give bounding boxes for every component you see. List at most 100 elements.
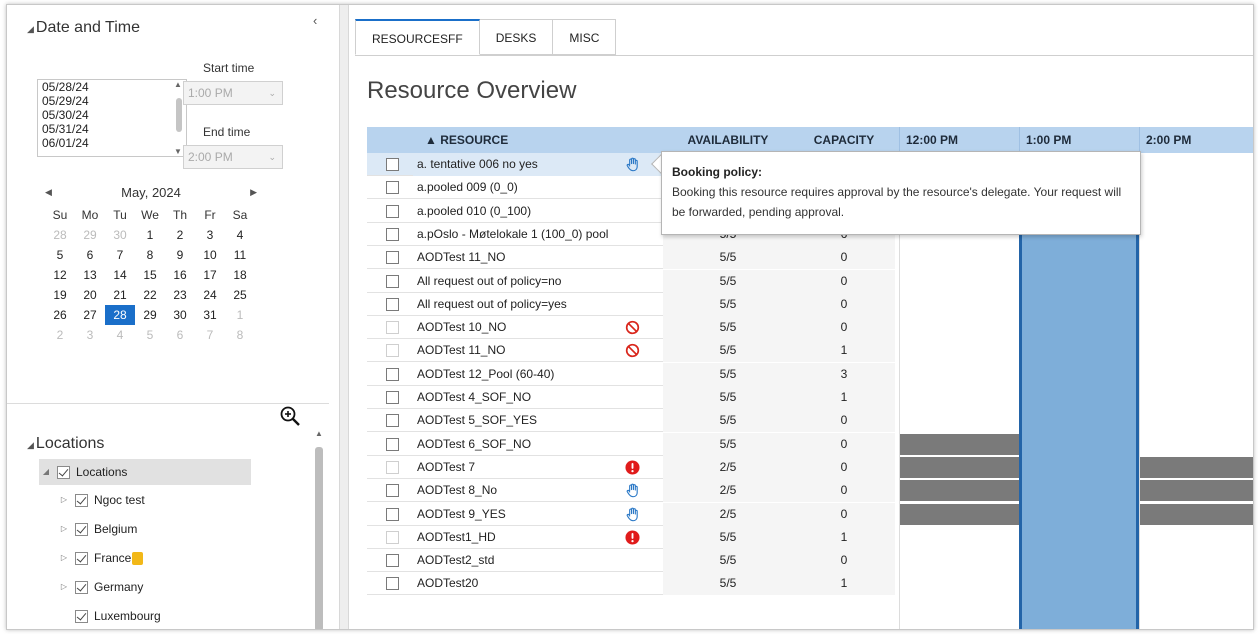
row-status-icon[interactable] (625, 157, 640, 172)
calendar-day[interactable]: 31 (195, 305, 225, 325)
row-status-icon[interactable] (625, 507, 640, 522)
row-status-icon[interactable] (625, 320, 640, 335)
calendar-day[interactable]: 7 (105, 245, 135, 265)
location-checkbox[interactable] (75, 522, 88, 536)
calendar-day[interactable]: 23 (165, 285, 195, 305)
row-checkbox[interactable] (386, 181, 399, 195)
date-list-item[interactable]: 05/31/24 (38, 122, 186, 136)
calendar-day[interactable]: 19 (45, 285, 75, 305)
calendar-day[interactable]: 15 (135, 265, 165, 285)
calendar-day[interactable]: 25 (225, 285, 255, 305)
column-header-availability[interactable]: AVAILABILITY (667, 127, 789, 153)
resource-name[interactable]: AODTest 12_Pool (60-40) (413, 363, 663, 386)
resource-name[interactable]: All request out of policy=no (413, 270, 663, 293)
tree-item-belgium[interactable]: ▷ Belgium (57, 516, 137, 542)
end-time-select[interactable]: 2:00 PM ⌄ (183, 145, 283, 169)
tree-item-ngoc-test[interactable]: ▷ Ngoc test (57, 487, 145, 513)
resource-name[interactable]: AODTest 6_SOF_NO (413, 433, 663, 456)
tree-item-germany[interactable]: ▷ Germany (57, 574, 143, 600)
row-checkbox[interactable] (386, 251, 399, 265)
scroll-down-arrow-icon[interactable]: ▼ (174, 147, 182, 156)
resource-name[interactable]: a.pooled 010 (0_100) (413, 200, 663, 223)
resource-name[interactable]: AODTest 5_SOF_YES (413, 409, 663, 432)
column-header-capacity[interactable]: CAPACITY (793, 127, 895, 153)
row-status-icon[interactable] (625, 530, 640, 545)
resource-name[interactable]: AODTest20 (413, 572, 663, 595)
expand-triangle-icon[interactable]: ▷ (57, 545, 71, 571)
busy-block[interactable] (899, 433, 1019, 455)
calendar-day[interactable]: 18 (225, 265, 255, 285)
calendar-day[interactable]: 3 (75, 325, 105, 345)
location-checkbox[interactable] (75, 551, 88, 565)
location-checkbox[interactable] (75, 580, 88, 594)
tab-misc[interactable]: MISC (553, 19, 617, 55)
calendar-day[interactable]: 27 (75, 305, 105, 325)
row-checkbox[interactable] (386, 507, 399, 521)
calendar-day[interactable]: 29 (75, 225, 105, 245)
start-time-select[interactable]: 1:00 PM ⌄ (183, 81, 283, 105)
calendar-day[interactable]: 6 (75, 245, 105, 265)
calendar-day[interactable]: 2 (165, 225, 195, 245)
calendar-day[interactable]: 1 (225, 305, 255, 325)
tree-item-luxembourg[interactable]: Luxembourg (57, 603, 161, 629)
expand-triangle-icon[interactable]: ▷ (57, 487, 71, 513)
resource-name[interactable]: AODTest2_std (413, 549, 663, 572)
calendar-day[interactable]: 28 (45, 225, 75, 245)
row-checkbox[interactable] (386, 274, 399, 288)
row-checkbox[interactable] (386, 158, 399, 171)
tab-desks[interactable]: DESKS (479, 19, 554, 55)
calendar-day[interactable]: 1 (135, 225, 165, 245)
row-checkbox[interactable] (386, 577, 399, 591)
row-checkbox[interactable] (386, 437, 399, 451)
date-list-item[interactable]: 06/01/24 (38, 136, 186, 150)
calendar-day[interactable]: 26 (45, 305, 75, 325)
row-checkbox[interactable] (386, 414, 399, 428)
tree-item-france[interactable]: ▷ France (57, 545, 144, 571)
location-checkbox[interactable] (75, 493, 88, 507)
row-status-icon[interactable] (625, 343, 640, 358)
expanded-triangle-icon[interactable]: ◢ (39, 459, 53, 485)
expand-triangle-icon[interactable]: ▷ (57, 516, 71, 542)
location-checkbox[interactable] (75, 609, 88, 623)
calendar-day[interactable]: 4 (105, 325, 135, 345)
row-checkbox[interactable] (386, 297, 399, 311)
row-status-icon[interactable] (625, 483, 640, 498)
date-list-item[interactable]: 05/30/24 (38, 108, 186, 122)
calendar-day[interactable]: 21 (105, 285, 135, 305)
tree-root-locations[interactable]: ◢ Locations (39, 459, 251, 485)
resource-name[interactable]: All request out of policy=yes (413, 293, 663, 316)
calendar-day[interactable]: 29 (135, 305, 165, 325)
previous-month-arrow-icon[interactable]: ◀ (45, 187, 52, 198)
panel-splitter[interactable] (339, 5, 349, 629)
calendar-day[interactable]: 8 (135, 245, 165, 265)
next-month-arrow-icon[interactable]: ▶ (250, 187, 257, 198)
date-listbox[interactable]: 05/28/24 05/29/24 05/30/24 05/31/24 06/01/24… (37, 79, 187, 157)
calendar-day[interactable]: 6 (165, 325, 195, 345)
collapse-panel-chevron-icon[interactable]: ‹ (313, 13, 317, 28)
calendar-day[interactable]: 9 (165, 245, 195, 265)
calendar-day[interactable]: 16 (165, 265, 195, 285)
calendar-day[interactable]: 24 (195, 285, 225, 305)
calendar-day[interactable]: 2 (45, 325, 75, 345)
calendar-day[interactable]: 30 (165, 305, 195, 325)
locations-section-header[interactable]: ◢ Locations (27, 435, 104, 453)
calendar-day[interactable]: 5 (45, 245, 75, 265)
column-header-resource[interactable]: ▲ RESOURCE (425, 127, 508, 153)
scroll-up-arrow-icon[interactable]: ▲ (174, 80, 182, 89)
calendar-day[interactable]: 3 (195, 225, 225, 245)
calendar-day[interactable]: 14 (105, 265, 135, 285)
resource-name[interactable]: AODTest 11_NO (413, 246, 663, 269)
calendar-day[interactable]: 11 (225, 245, 255, 265)
resource-name[interactable]: a.pOslo - Møtelokale 1 (100_0) pool (413, 223, 663, 246)
calendar-day[interactable]: 13 (75, 265, 105, 285)
scroll-thumb[interactable] (176, 98, 182, 132)
locations-checkbox[interactable] (57, 465, 70, 479)
calendar-day[interactable]: 8 (225, 325, 255, 345)
calendar-day[interactable]: 4 (225, 225, 255, 245)
calendar-day[interactable]: 20 (75, 285, 105, 305)
resource-name[interactable]: a.pooled 009 (0_0) (413, 176, 663, 199)
resource-name[interactable]: AODTest 4_SOF_NO (413, 386, 663, 409)
expand-triangle-icon[interactable]: ▷ (57, 574, 71, 600)
calendar-day-selected[interactable]: 28 (105, 305, 135, 325)
row-checkbox[interactable] (386, 554, 399, 568)
